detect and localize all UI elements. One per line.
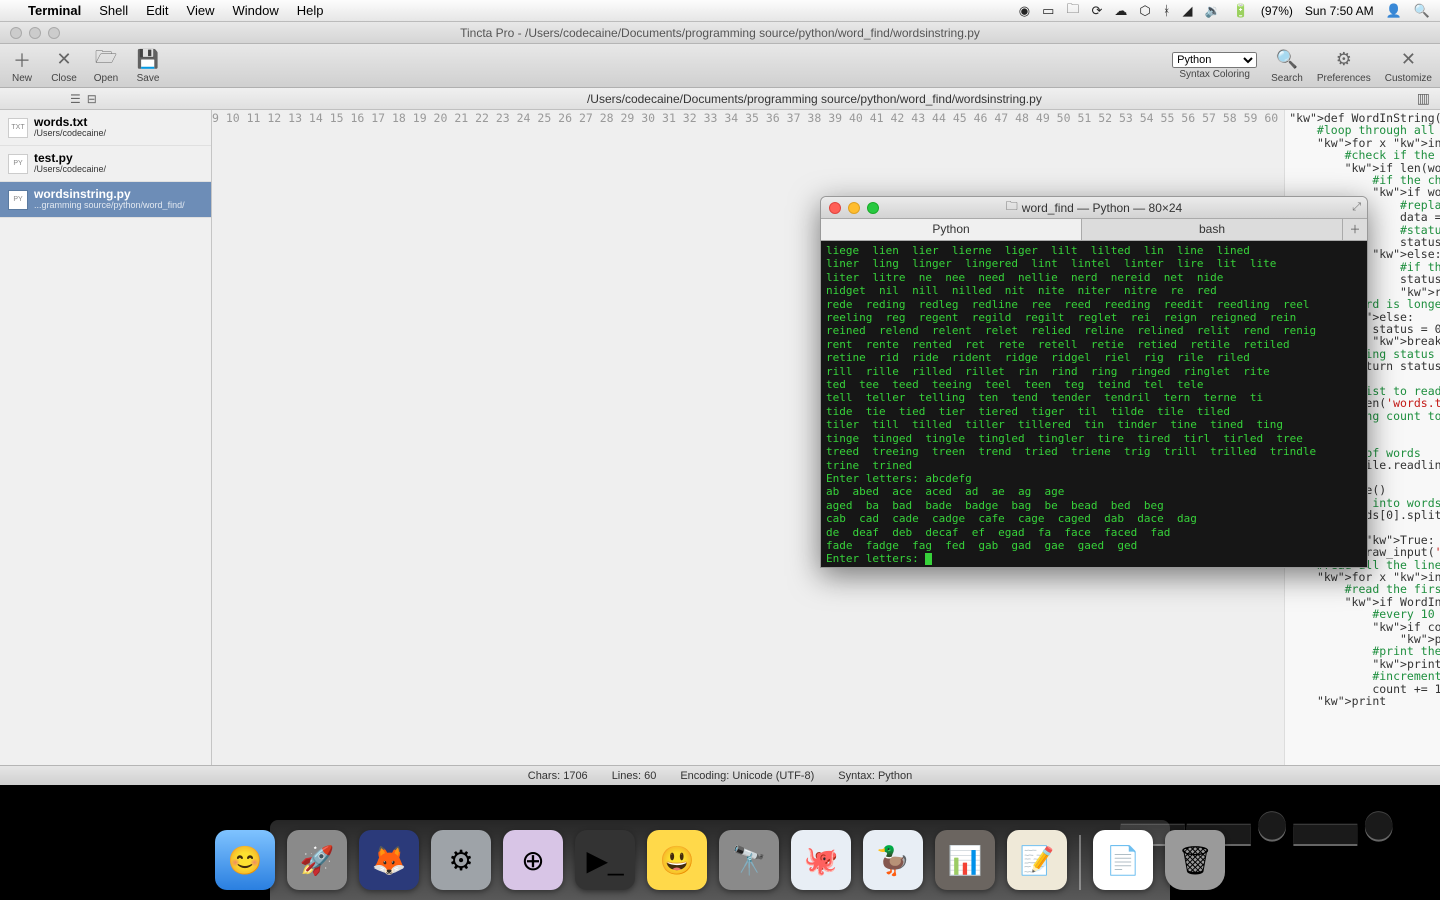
editor-title: Tincta Pro - /Users/codecaine/Documents/… (460, 26, 980, 40)
tools-icon: ✕ (1394, 48, 1422, 72)
bluetooth-icon[interactable]: ᚼ (1163, 3, 1171, 18)
editor-titlebar[interactable]: Tincta Pro - /Users/codecaine/Documents/… (0, 22, 1440, 44)
battery-percent: (97%) (1261, 4, 1293, 18)
desktop-background: ▬▬●▬● 😊 🚀 🦊 ⚙ ⊕ ▶_ 😃 🔭 🐙 🦆 📊 📝 📄 🗑 (0, 785, 1440, 900)
terminal-tabs: Python bash ＋ (821, 219, 1367, 241)
status-chars: Chars: 1706 (528, 770, 588, 782)
save-button[interactable]: 💾Save (134, 48, 162, 84)
menu-window[interactable]: Window (233, 3, 279, 18)
menu-shell[interactable]: Shell (99, 3, 128, 18)
dock-settings[interactable]: ⚙ (431, 830, 491, 890)
spotlight-icon[interactable]: 🔍 (1414, 3, 1430, 19)
gear-icon: ⚙ (1330, 48, 1358, 72)
path-bar: ☰ ⊟ /Users/codecaine/Documents/programmi… (0, 88, 1440, 110)
window-close-button[interactable] (829, 202, 841, 214)
dock-firefox[interactable]: 🦊 (359, 830, 419, 890)
folder-icon[interactable]: 🗀 (1066, 0, 1079, 22)
volume-icon[interactable]: 🔉 (1205, 3, 1221, 19)
sync-icon[interactable]: ⟳ (1091, 3, 1102, 19)
mac-menubar: Terminal Shell Edit View Window Help ◉ ▭… (0, 0, 1440, 22)
save-icon: 💾 (134, 48, 162, 72)
dock-octopus[interactable]: 🐙 (791, 830, 851, 890)
dock-messenger[interactable]: 😃 (647, 830, 707, 890)
cursor (925, 553, 932, 565)
dock-app-purple[interactable]: ⊕ (503, 830, 563, 890)
webcam-icon[interactable]: ◉ (1019, 3, 1030, 19)
status-encoding: Encoding: Unicode (UTF-8) (680, 770, 814, 782)
status-syntax: Syntax: Python (838, 770, 912, 782)
user-icon[interactable]: 👤 (1386, 3, 1402, 19)
outline-view-icon[interactable]: ⊟ (87, 92, 97, 106)
search-button[interactable]: 🔍Search (1271, 48, 1303, 84)
new-button[interactable]: ＋New (8, 48, 36, 84)
status-lines: Lines: 60 (612, 770, 657, 782)
file-item-test[interactable]: PY test.py/Users/codecaine/ (0, 146, 211, 182)
wifi-icon[interactable]: ◢ (1183, 3, 1193, 19)
menu-view[interactable]: View (187, 3, 215, 18)
terminal-window[interactable]: 🗀 word_find — Python — 80×24 ⤢ Python bas… (820, 196, 1368, 568)
fullscreen-icon[interactable]: ⤢ (1352, 201, 1361, 214)
open-icon: 🗁 (92, 48, 120, 72)
syntax-select[interactable]: Python (1172, 52, 1257, 68)
dock-preview[interactable]: 🔭 (719, 830, 779, 890)
clock[interactable]: Sun 7:50 AM (1305, 4, 1374, 18)
preferences-button[interactable]: ⚙Preferences (1317, 48, 1371, 84)
dock-pdf[interactable]: 📄 (1093, 830, 1153, 890)
terminal-title: word_find — Python — 80×24 (1022, 201, 1182, 215)
dock-trash[interactable]: 🗑 (1165, 830, 1225, 890)
file-sidebar: TXT words.txt/Users/codecaine/ PY test.p… (0, 110, 212, 765)
customize-button[interactable]: ✕Customize (1385, 48, 1432, 84)
status-bar: Chars: 1706 Lines: 60 Encoding: Unicode … (0, 765, 1440, 785)
syntax-selector[interactable]: Python Syntax Coloring (1172, 52, 1257, 80)
search-icon: 🔍 (1273, 48, 1301, 72)
file-item-wordsinstring[interactable]: PY wordsinstring.py...gramming source/py… (0, 182, 211, 218)
dock-notes[interactable]: 📝 (1007, 830, 1067, 890)
file-icon: PY (8, 154, 28, 174)
dock-separator (1079, 835, 1081, 890)
dock-utility[interactable]: 📊 (935, 830, 995, 890)
close-button[interactable]: ✕Close (50, 48, 78, 84)
dock-launchpad[interactable]: 🚀 (287, 830, 347, 890)
terminal-titlebar[interactable]: 🗀 word_find — Python — 80×24 ⤢ (821, 197, 1367, 219)
dock-adium[interactable]: 🦆 (863, 830, 923, 890)
open-button[interactable]: 🗁Open (92, 48, 120, 84)
tab-bash[interactable]: bash (1082, 219, 1343, 240)
window-zoom-button[interactable] (867, 202, 879, 214)
window-minimize-button[interactable] (848, 202, 860, 214)
file-icon: TXT (8, 118, 28, 138)
dock-terminal[interactable]: ▶_ (575, 830, 635, 890)
window-close-button[interactable] (10, 27, 22, 39)
close-icon: ✕ (50, 48, 78, 72)
menubar-appname[interactable]: Terminal (28, 3, 81, 18)
cloud-icon[interactable]: ☁ (1114, 3, 1127, 19)
toolbar: ＋New ✕Close 🗁Open 💾Save Python Syntax Co… (0, 44, 1440, 88)
tab-python[interactable]: Python (821, 219, 1082, 240)
document-path: /Users/codecaine/Documents/programming s… (212, 92, 1417, 106)
file-item-words[interactable]: TXT words.txt/Users/codecaine/ (0, 110, 211, 146)
split-view-icon[interactable]: ▥ (1417, 90, 1440, 107)
battery-icon[interactable]: 🔋 (1233, 3, 1249, 19)
display-icon[interactable]: ▭ (1042, 3, 1054, 19)
file-icon: PY (8, 190, 28, 210)
window-zoom-button[interactable] (48, 27, 60, 39)
menu-help[interactable]: Help (297, 3, 324, 18)
terminal-output[interactable]: liege lien lier lierne liger lilt lilted… (821, 241, 1367, 567)
menu-edit[interactable]: Edit (146, 3, 168, 18)
dock-finder[interactable]: 😊 (215, 830, 275, 890)
dropbox-icon[interactable]: ⬡ (1139, 3, 1150, 19)
list-view-icon[interactable]: ☰ (70, 92, 81, 106)
dock: 😊 🚀 🦊 ⚙ ⊕ ▶_ 😃 🔭 🐙 🦆 📊 📝 📄 🗑 (215, 830, 1225, 890)
new-tab-button[interactable]: ＋ (1343, 219, 1367, 240)
folder-icon: 🗀 (1006, 197, 1018, 218)
new-icon: ＋ (8, 48, 36, 72)
window-minimize-button[interactable] (29, 27, 41, 39)
